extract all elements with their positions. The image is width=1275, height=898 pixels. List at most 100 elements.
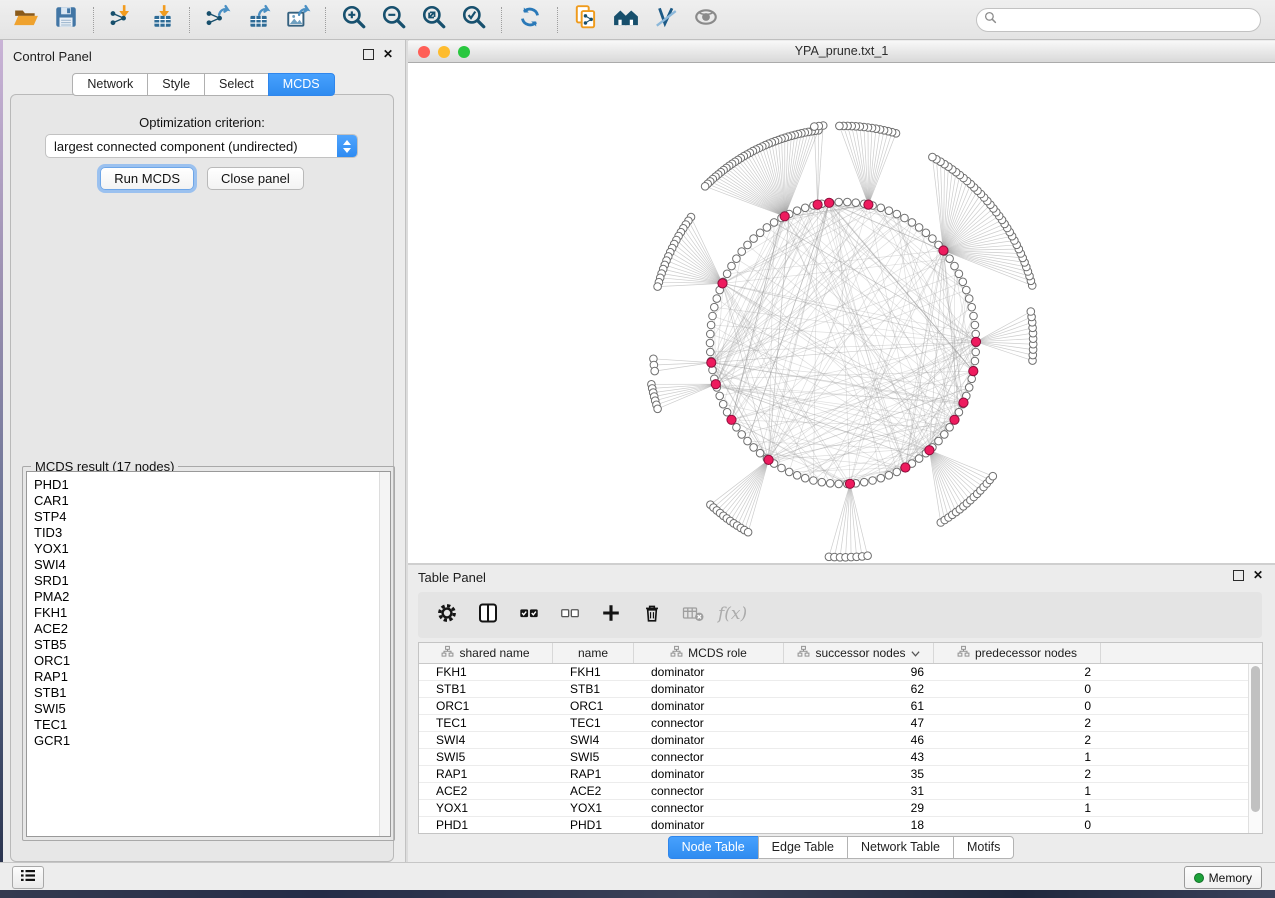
mcds-hub-node[interactable]: [764, 455, 773, 464]
show-panels-button[interactable]: [12, 866, 44, 889]
network-node[interactable]: [811, 123, 819, 131]
network-node[interactable]: [738, 248, 746, 256]
close-table-panel-icon[interactable]: ✕: [1253, 570, 1263, 581]
network-node[interactable]: [922, 229, 930, 237]
mcds-hub-node[interactable]: [845, 479, 854, 488]
network-node[interactable]: [744, 528, 752, 536]
network-node[interactable]: [935, 437, 943, 445]
mcds-result-item[interactable]: TID3: [27, 525, 390, 541]
import-table-button[interactable]: [142, 4, 182, 36]
network-node[interactable]: [836, 122, 844, 130]
mcds-hub-node[interactable]: [864, 200, 873, 209]
network-node[interactable]: [709, 312, 717, 320]
table-row[interactable]: PHD1PHD1dominator180: [419, 817, 1262, 834]
network-node[interactable]: [965, 384, 973, 392]
network-node[interactable]: [968, 303, 976, 311]
open-button[interactable]: [6, 4, 46, 36]
network-node[interactable]: [844, 198, 852, 206]
add-column-button[interactable]: [592, 598, 629, 632]
network-node[interactable]: [885, 207, 893, 215]
network-node[interactable]: [963, 286, 971, 294]
network-node[interactable]: [744, 241, 752, 249]
network-node[interactable]: [877, 204, 885, 212]
network-node[interactable]: [946, 424, 954, 432]
network-node[interactable]: [654, 405, 662, 413]
network-node[interactable]: [651, 367, 659, 375]
mcds-result-item[interactable]: PHD1: [27, 477, 390, 493]
network-node[interactable]: [901, 214, 909, 222]
export-image-button[interactable]: [278, 4, 318, 36]
table-row[interactable]: RAP1RAP1dominator352: [419, 766, 1262, 783]
network-node[interactable]: [971, 321, 979, 329]
network-node[interactable]: [885, 472, 893, 480]
mcds-result-item[interactable]: FKH1: [27, 605, 390, 621]
table-row[interactable]: ORC1ORC1dominator610: [419, 698, 1262, 715]
network-node[interactable]: [711, 303, 719, 311]
network-node[interactable]: [965, 295, 973, 303]
network-node[interactable]: [716, 392, 724, 400]
network-node[interactable]: [869, 477, 877, 485]
network-node[interactable]: [915, 224, 923, 232]
optimization-criterion-dropdown[interactable]: largest connected component (undirected): [45, 134, 358, 158]
table-scrollbar[interactable]: [1248, 664, 1262, 833]
home-button[interactable]: [606, 4, 646, 36]
network-node[interactable]: [707, 348, 715, 356]
close-panel-button[interactable]: Close panel: [207, 167, 304, 190]
network-node[interactable]: [955, 270, 963, 278]
tab-node-table[interactable]: Node Table: [668, 836, 759, 859]
network-node[interactable]: [744, 437, 752, 445]
export-table-button[interactable]: [238, 4, 278, 36]
network-node[interactable]: [835, 198, 843, 206]
network-node[interactable]: [733, 424, 741, 432]
memory-button[interactable]: Memory: [1184, 866, 1262, 889]
network-node[interactable]: [972, 330, 980, 338]
mcds-result-item[interactable]: RAP1: [27, 669, 390, 685]
network-node[interactable]: [929, 153, 937, 161]
column-header-MCDS-role[interactable]: MCDS role: [634, 643, 784, 663]
eye-button[interactable]: [686, 4, 726, 36]
mcds-result-item[interactable]: SWI4: [27, 557, 390, 573]
zoom-out-button[interactable]: [374, 4, 414, 36]
mcds-result-item[interactable]: STB5: [27, 637, 390, 653]
network-node[interactable]: [756, 449, 764, 457]
tab-motifs[interactable]: Motifs: [953, 836, 1014, 859]
network-node[interactable]: [801, 474, 809, 482]
column-header-successor-nodes[interactable]: successor nodes: [784, 643, 934, 663]
tab-network-table[interactable]: Network Table: [847, 836, 954, 859]
table-row[interactable]: FKH1FKH1dominator962: [419, 664, 1262, 681]
mcds-hub-node[interactable]: [901, 463, 910, 472]
result-list-scrollbar[interactable]: [379, 472, 390, 836]
network-node[interactable]: [860, 478, 868, 486]
mcds-result-item[interactable]: ORC1: [27, 653, 390, 669]
settings-button[interactable]: [428, 598, 465, 632]
select-all-button[interactable]: [510, 598, 547, 632]
network-node[interactable]: [738, 431, 746, 439]
network-node[interactable]: [750, 444, 758, 452]
tab-select[interactable]: Select: [204, 73, 269, 96]
network-node[interactable]: [707, 330, 715, 338]
mcds-result-item[interactable]: STB1: [27, 685, 390, 701]
mcds-result-item[interactable]: GCR1: [27, 733, 390, 749]
network-node[interactable]: [877, 474, 885, 482]
network-node[interactable]: [968, 375, 976, 383]
network-node[interactable]: [989, 472, 997, 480]
network-node[interactable]: [733, 255, 741, 263]
network-node[interactable]: [835, 480, 843, 488]
zoom-in-button[interactable]: [334, 4, 374, 36]
network-node[interactable]: [941, 431, 949, 439]
network-node[interactable]: [826, 480, 834, 488]
network-node[interactable]: [971, 357, 979, 365]
table-row[interactable]: SWI5SWI5connector431: [419, 749, 1262, 766]
network-node[interactable]: [785, 468, 793, 476]
network-node[interactable]: [793, 207, 801, 215]
network-node[interactable]: [970, 312, 978, 320]
tab-style[interactable]: Style: [147, 73, 205, 96]
network-node[interactable]: [723, 408, 731, 416]
network-node[interactable]: [763, 224, 771, 232]
mcds-hub-node[interactable]: [939, 246, 948, 255]
network-node[interactable]: [955, 408, 963, 416]
tab-network[interactable]: Network: [72, 73, 148, 96]
network-node[interactable]: [801, 204, 809, 212]
network-node[interactable]: [770, 219, 778, 227]
network-node[interactable]: [818, 478, 826, 486]
